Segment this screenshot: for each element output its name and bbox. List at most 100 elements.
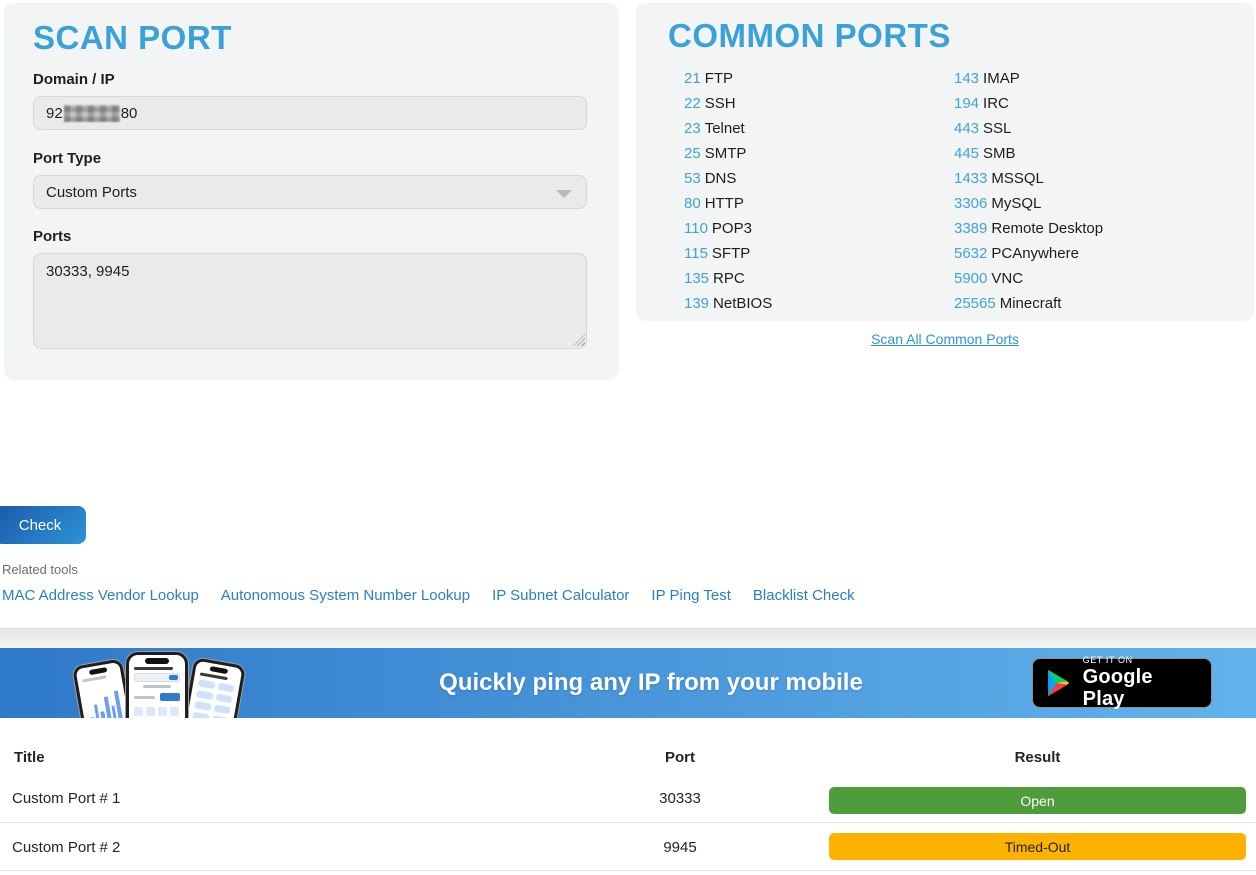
results-header-result: Result — [829, 749, 1246, 766]
common-ports-title: COMMON PORTS — [668, 17, 951, 55]
common-port-name: SSH — [705, 95, 736, 112]
common-port-link[interactable]: 194 — [954, 95, 979, 112]
port-type-select[interactable]: Custom Ports — [33, 175, 587, 209]
badge-google-play-text: Google Play — [1083, 666, 1199, 710]
common-port-item: 80HTTP — [684, 191, 772, 216]
common-port-item: 143IMAP — [954, 66, 1103, 91]
common-port-link[interactable]: 115 — [684, 245, 708, 262]
common-port-link[interactable]: 80 — [684, 195, 701, 212]
common-port-item: 194IRC — [954, 91, 1103, 116]
common-port-name: SFTP — [712, 245, 750, 262]
common-port-link[interactable]: 3306 — [954, 195, 987, 212]
common-port-name: SMTP — [705, 145, 747, 162]
phone-mockup-center — [126, 652, 188, 718]
common-port-name: RPC — [713, 270, 745, 287]
related-link-blacklist-check[interactable]: Blacklist Check — [753, 587, 855, 604]
common-port-link[interactable]: 3389 — [954, 220, 987, 237]
common-port-item: 25SMTP — [684, 141, 772, 166]
scan-all-wrap: Scan All Common Ports — [636, 331, 1254, 349]
ports-label: Ports — [33, 228, 71, 245]
common-port-name: Telnet — [705, 120, 745, 137]
related-link-asn-lookup[interactable]: Autonomous System Number Lookup — [221, 587, 470, 604]
common-port-name: MySQL — [991, 195, 1041, 212]
google-play-badge[interactable]: GET IT ON Google Play — [1032, 658, 1212, 708]
row-divider — [0, 822, 1256, 823]
common-port-item: 53DNS — [684, 166, 772, 191]
common-port-item: 139NetBIOS — [684, 291, 772, 316]
common-port-link[interactable]: 135 — [684, 270, 709, 287]
result-row-title: Custom Port # 2 — [12, 839, 120, 856]
common-port-link[interactable]: 5900 — [954, 270, 987, 287]
common-port-item: 21FTP — [684, 66, 772, 91]
chevron-down-icon — [556, 190, 572, 198]
common-port-link[interactable]: 139 — [684, 295, 709, 312]
domain-ip-label: Domain / IP — [33, 71, 115, 88]
row-divider — [0, 870, 1256, 871]
common-port-link[interactable]: 23 — [684, 120, 701, 137]
related-link-ip-ping-test[interactable]: IP Ping Test — [651, 587, 731, 604]
badge-get-it-on-text: GET IT ON — [1083, 656, 1199, 666]
common-port-item: 135RPC — [684, 266, 772, 291]
result-status-badge-timeout: Timed-Out — [829, 833, 1246, 860]
common-port-item: 3306MySQL — [954, 191, 1103, 216]
results-header-title: Title — [14, 749, 45, 766]
common-port-name: Remote Desktop — [991, 220, 1103, 237]
common-port-name: PCAnywhere — [991, 245, 1079, 262]
common-port-item: 23Telnet — [684, 116, 772, 141]
scan-port-title: SCAN PORT — [33, 19, 232, 57]
google-play-icon — [1045, 667, 1073, 699]
common-port-item: 445SMB — [954, 141, 1103, 166]
common-port-name: MSSQL — [991, 170, 1044, 187]
common-port-name: DNS — [705, 170, 737, 187]
common-ports-column-left: 21FTP 22SSH 23Telnet 25SMTP 53DNS 80HTTP… — [684, 66, 772, 316]
redacted-blur-block — [64, 105, 120, 122]
result-row-port: 30333 — [560, 790, 800, 807]
common-port-name: FTP — [705, 70, 733, 87]
common-port-name: Minecraft — [1000, 295, 1062, 312]
common-port-link[interactable]: 25 — [684, 145, 701, 162]
common-port-name: SMB — [983, 145, 1016, 162]
common-port-link[interactable]: 143 — [954, 70, 979, 87]
port-type-selected-value: Custom Ports — [46, 184, 137, 201]
common-port-name: HTTP — [705, 195, 744, 212]
port-type-label: Port Type — [33, 150, 101, 167]
phone-mockup-right — [178, 657, 246, 718]
common-port-item: 110POP3 — [684, 216, 772, 241]
related-link-mac-address-vendor-lookup[interactable]: MAC Address Vendor Lookup — [2, 587, 199, 604]
common-port-link[interactable]: 53 — [684, 170, 701, 187]
common-port-name: SSL — [983, 120, 1011, 137]
common-port-name: IMAP — [983, 70, 1020, 87]
common-port-link[interactable]: 445 — [954, 145, 979, 162]
scan-all-common-ports-link[interactable]: Scan All Common Ports — [871, 331, 1019, 347]
common-port-item: 25565Minecraft — [954, 291, 1103, 316]
common-port-link[interactable]: 22 — [684, 95, 701, 112]
common-port-link[interactable]: 21 — [684, 70, 701, 87]
result-row-port: 9945 — [560, 839, 800, 856]
ports-textarea[interactable]: 30333, 9945 — [33, 253, 587, 349]
domain-ip-prefix: 92 — [46, 105, 63, 122]
related-tools-links: MAC Address Vendor Lookup Autonomous Sys… — [2, 587, 855, 604]
common-port-item: 115SFTP — [684, 241, 772, 266]
common-port-name: VNC — [991, 270, 1023, 287]
common-port-item: 5632PCAnywhere — [954, 241, 1103, 266]
common-port-item: 22SSH — [684, 91, 772, 116]
common-port-link[interactable]: 1433 — [954, 170, 987, 187]
common-port-link[interactable]: 443 — [954, 120, 979, 137]
related-tools-label: Related tools — [2, 562, 78, 577]
common-ports-column-right: 143IMAP 194IRC 443SSL 445SMB 1433MSSQL 3… — [954, 66, 1103, 316]
domain-ip-input[interactable]: 9280 — [33, 96, 587, 130]
result-row-title: Custom Port # 1 — [12, 790, 120, 807]
related-link-ip-subnet-calculator[interactable]: IP Subnet Calculator — [492, 587, 629, 604]
result-status-badge-open: Open — [829, 787, 1246, 814]
common-port-item: 443SSL — [954, 116, 1103, 141]
common-port-name: NetBIOS — [713, 295, 772, 312]
common-port-link[interactable]: 110 — [684, 220, 708, 237]
scan-port-panel: SCAN PORT Domain / IP 9280 Port Type Cus… — [4, 3, 619, 380]
check-button[interactable]: Check — [0, 506, 86, 544]
section-divider-band — [0, 628, 1256, 648]
common-port-item: 3389Remote Desktop — [954, 216, 1103, 241]
results-header-port: Port — [560, 749, 800, 766]
common-port-link[interactable]: 5632 — [954, 245, 987, 262]
common-port-link[interactable]: 25565 — [954, 295, 996, 312]
common-port-name: IRC — [983, 95, 1009, 112]
